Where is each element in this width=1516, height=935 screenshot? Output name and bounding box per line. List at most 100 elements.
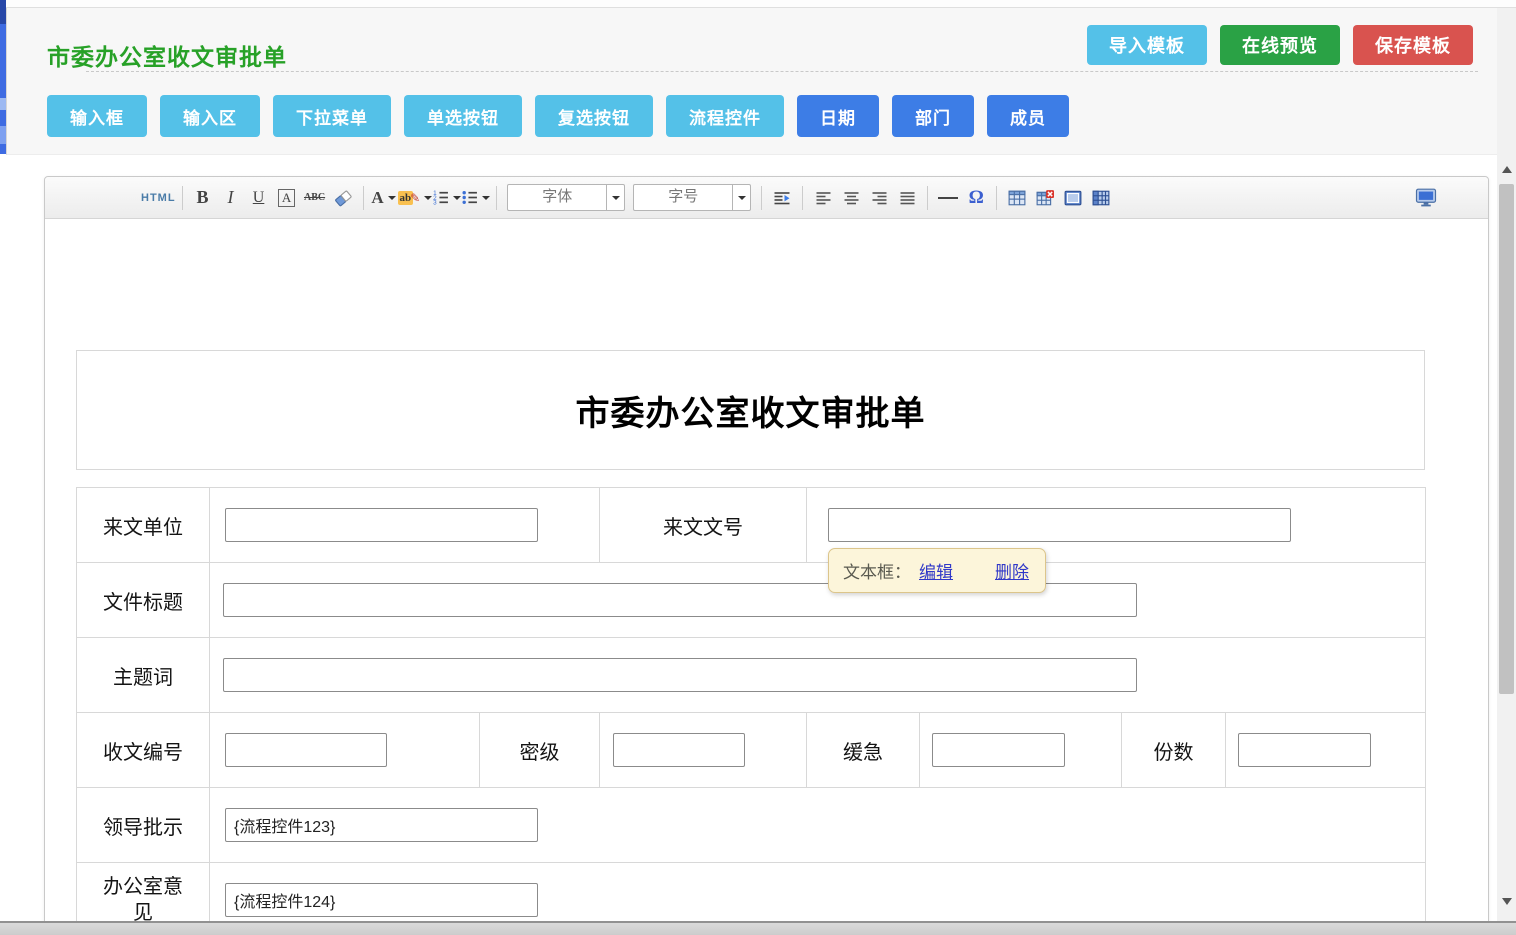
ordered-list-button[interactable]: 1 2 3 xyxy=(432,185,461,211)
font-size-select[interactable]: 字号 xyxy=(633,184,751,211)
font-family-value: 字体 xyxy=(508,185,606,210)
receipt-no-input[interactable] xyxy=(225,733,387,767)
unordered-list-button[interactable] xyxy=(461,185,490,211)
online-preview-button[interactable]: 在线预览 xyxy=(1220,25,1340,65)
table-row: 收文编号 密级 缓急 份数 xyxy=(77,713,1426,788)
widget-dropdown-button[interactable]: 下拉菜单 xyxy=(273,95,391,137)
scrollbar-up-arrow[interactable] xyxy=(1497,160,1516,178)
unordered-list-icon xyxy=(461,189,478,206)
insert-table-button[interactable] xyxy=(1003,185,1031,211)
html-source-button[interactable]: HTML xyxy=(141,185,176,211)
font-style-button[interactable]: A xyxy=(273,185,301,211)
subject-words-input[interactable] xyxy=(223,658,1137,692)
form-label-copies: 份数 xyxy=(1122,713,1226,788)
toolbar-separator xyxy=(496,186,497,210)
fullscreen-button[interactable] xyxy=(1412,185,1440,211)
tooltip-label: 文本框： xyxy=(843,558,911,583)
scrollbar-down-arrow[interactable] xyxy=(1497,892,1516,910)
table-row: 主题词 xyxy=(77,638,1426,713)
pencil-icon: ✎ xyxy=(410,191,420,205)
editor-content-area[interactable]: 市委办公室收文审批单 来文单位 来文文号 xyxy=(45,219,1488,935)
scrollbar-thumb[interactable] xyxy=(1499,184,1514,694)
secrecy-level-input[interactable] xyxy=(613,733,745,767)
highlight-color-button[interactable]: ab✎ xyxy=(398,185,433,211)
remove-format-button[interactable] xyxy=(329,185,357,211)
widget-checkbox-button[interactable]: 复选按钮 xyxy=(535,95,653,137)
toolbar-separator xyxy=(927,186,928,210)
form-cell xyxy=(600,713,807,788)
form-cell xyxy=(210,713,480,788)
table-row: 领导批示 xyxy=(77,788,1426,863)
delete-table-button[interactable] xyxy=(1031,185,1059,211)
import-template-button[interactable]: 导入模板 xyxy=(1087,25,1207,65)
align-center-icon xyxy=(843,190,860,206)
italic-button[interactable]: I xyxy=(217,185,245,211)
underline-button[interactable]: U xyxy=(245,185,273,211)
widget-member-button[interactable]: 成员 xyxy=(987,95,1069,137)
toolbar-separator xyxy=(761,186,762,210)
toolbar-separator xyxy=(182,186,183,210)
office-opinion-label-text: 办公室意见 xyxy=(101,874,185,926)
form-cell xyxy=(210,638,1426,713)
table-icon xyxy=(1008,189,1026,207)
triangle-down-icon xyxy=(1502,898,1512,905)
font-family-select[interactable]: 字体 xyxy=(507,184,625,211)
horizontal-rule-button[interactable] xyxy=(934,185,962,211)
tooltip-delete-link[interactable]: 删除 xyxy=(995,558,1029,583)
source-doc-no-input[interactable] xyxy=(828,508,1291,542)
window-top-edge xyxy=(0,0,1516,8)
chevron-down-icon xyxy=(482,196,490,200)
widget-textarea-button[interactable]: 输入区 xyxy=(160,95,260,137)
office-opinion-input[interactable] xyxy=(225,883,538,917)
chevron-down-icon xyxy=(612,196,620,200)
toolbar-separator xyxy=(363,186,364,210)
vertical-scrollbar[interactable] xyxy=(1497,8,1516,922)
window-bottom-edge xyxy=(0,921,1516,935)
strikethrough-button[interactable]: ABC xyxy=(301,185,329,211)
align-center-button[interactable] xyxy=(837,185,865,211)
toolbar-separator xyxy=(996,186,997,210)
widget-radio-button[interactable]: 单选按钮 xyxy=(404,95,522,137)
align-left-icon xyxy=(815,190,832,206)
form-cell xyxy=(210,488,600,563)
copies-input[interactable] xyxy=(1238,733,1371,767)
table-props-button[interactable] xyxy=(1087,185,1115,211)
table-cell-props-icon xyxy=(1064,189,1082,207)
widget-input-box-button[interactable]: 输入框 xyxy=(47,95,147,137)
leader-instructions-input[interactable] xyxy=(225,808,538,842)
delete-table-icon xyxy=(1036,189,1054,207)
save-template-button[interactable]: 保存模板 xyxy=(1353,25,1473,65)
select-arrow-button[interactable] xyxy=(606,185,624,210)
form-title: 市委办公室收文审批单 xyxy=(576,386,926,435)
toolbar-separator xyxy=(802,186,803,210)
special-char-button[interactable]: Ω xyxy=(962,185,990,211)
table-cell-props-button[interactable] xyxy=(1059,185,1087,211)
triangle-up-icon xyxy=(1502,166,1512,173)
widget-department-button[interactable]: 部门 xyxy=(892,95,974,137)
tooltip-edit-link[interactable]: 编辑 xyxy=(919,558,953,583)
select-arrow-button[interactable] xyxy=(732,185,750,210)
urgency-input[interactable] xyxy=(932,733,1065,767)
align-justify-icon xyxy=(899,190,916,206)
align-right-button[interactable] xyxy=(865,185,893,211)
form-cell xyxy=(210,563,1426,638)
indent-icon xyxy=(773,190,791,206)
form-label-urgency: 缓急 xyxy=(807,713,920,788)
align-justify-button[interactable] xyxy=(893,185,921,211)
widget-flow-control-button[interactable]: 流程控件 xyxy=(666,95,784,137)
font-color-button[interactable]: A xyxy=(370,185,398,211)
bold-button[interactable]: B xyxy=(189,185,217,211)
table-row: 文件标题 xyxy=(77,563,1426,638)
indent-button[interactable] xyxy=(768,185,796,211)
monitor-icon xyxy=(1415,188,1437,207)
form-label-receipt-no: 收文编号 xyxy=(77,713,210,788)
chevron-down-icon xyxy=(453,196,461,200)
approval-form-table: 来文单位 来文文号 文件标题 主题词 xyxy=(76,487,1426,935)
align-left-button[interactable] xyxy=(809,185,837,211)
form-label-subject-words: 主题词 xyxy=(77,638,210,713)
font-color-a-icon: A xyxy=(371,188,383,208)
eraser-icon xyxy=(334,189,352,207)
source-unit-input[interactable] xyxy=(225,508,538,542)
widget-date-button[interactable]: 日期 xyxy=(797,95,879,137)
form-cell xyxy=(210,788,1426,863)
